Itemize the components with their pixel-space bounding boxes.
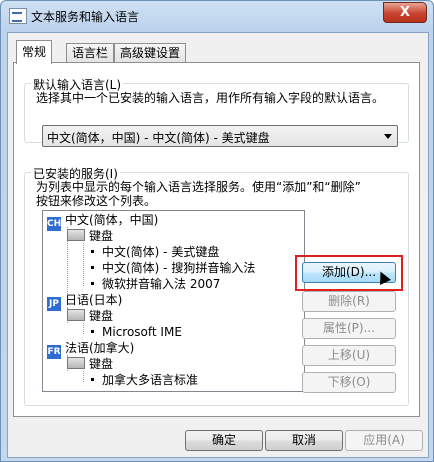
service-label: Microsoft IME xyxy=(102,325,182,339)
keyboard-app-icon xyxy=(9,8,27,24)
close-button[interactable]: X xyxy=(383,2,427,23)
tree-node-service[interactable]: 加拿大多语言标准 xyxy=(91,372,198,388)
bullet-icon xyxy=(91,330,94,333)
move-up-button[interactable]: 上移(U) xyxy=(302,345,396,366)
cancel-button[interactable]: 取消 xyxy=(265,430,343,451)
keyboard-label-french: 键盘 xyxy=(89,357,114,371)
installed-services-description-line2: 按钮来修改这个列表。 xyxy=(36,194,157,208)
keyboard-icon xyxy=(67,229,85,241)
keyboard-label-japanese: 键盘 xyxy=(89,309,114,323)
window-title: 文本服务和输入语言 xyxy=(31,10,140,24)
properties-button[interactable]: 属性(P)... xyxy=(302,318,396,339)
bullet-icon xyxy=(91,266,94,269)
apply-button[interactable]: 应用(A) xyxy=(345,430,423,451)
default-language-dropdown[interactable]: 中文(简体，中国) - 中文(简体) - 美式键盘 xyxy=(42,125,398,147)
tab-advanced-key-settings[interactable]: 高级键设置 xyxy=(114,43,187,63)
language-badge-ch: CH xyxy=(47,217,62,231)
service-label: 中文(简体) - 搜狗拼音输入法 xyxy=(102,261,256,275)
chevron-down-icon[interactable] xyxy=(384,134,392,139)
service-label: 中文(简体) - 美式键盘 xyxy=(102,245,220,259)
tab-language-bar[interactable]: 语言栏 xyxy=(66,43,115,63)
service-label: 微软拼音输入法 2007 xyxy=(102,277,221,291)
tree-node-language-french[interactable]: FR 法语(加拿大) xyxy=(47,340,135,359)
bullet-icon xyxy=(91,282,94,285)
service-label: 加拿大多语言标准 xyxy=(102,373,199,387)
dialog-window: 文本服务和输入语言 X 常规 语言栏 高级键设置 默认输入语言(L) 选择其中一… xyxy=(0,0,434,462)
installed-services-description-line1: 为列表中显示的每个输入语言选择服务。使用“添加”和“删除” xyxy=(36,180,361,194)
installed-services-tree[interactable]: CH 中文(简体，中国) 键盘 中文(简体) - 美式键盘 中文(简体) - 搜狗… xyxy=(42,210,305,392)
tree-node-keyboard-japanese[interactable]: 键盘 xyxy=(67,308,113,324)
keyboard-icon xyxy=(67,309,85,321)
keyboard-label-chinese: 键盘 xyxy=(89,229,114,243)
tree-node-language-japanese[interactable]: JP 日语(日本) xyxy=(47,292,123,311)
dialog-client: 常规 语言栏 高级键设置 默认输入语言(L) 选择其中一个已安装的输入语言，用作… xyxy=(7,32,429,458)
default-language-description: 选择其中一个已安装的输入语言，用作所有输入字段的默认语言。 xyxy=(36,91,385,105)
language-name-french: 法语(加拿大) xyxy=(65,341,135,355)
tree-node-service[interactable]: 中文(简体) - 美式键盘 xyxy=(91,244,219,260)
bullet-icon xyxy=(91,378,94,381)
keyboard-icon xyxy=(67,357,85,369)
bullet-icon xyxy=(91,250,94,253)
tab-general[interactable]: 常规 xyxy=(16,40,53,64)
remove-button[interactable]: 删除(R) xyxy=(302,291,396,312)
title-bar[interactable]: 文本服务和输入语言 X xyxy=(1,1,433,31)
tree-node-keyboard-chinese[interactable]: 键盘 xyxy=(67,228,113,244)
language-badge-fr: FR xyxy=(47,345,61,359)
language-badge-jp: JP xyxy=(47,297,61,311)
default-language-selected: 中文(简体，中国) - 中文(简体) - 美式键盘 xyxy=(47,131,270,145)
tree-node-service[interactable]: Microsoft IME xyxy=(91,324,182,340)
move-down-button[interactable]: 下移(O) xyxy=(302,372,396,393)
tree-node-language-chinese[interactable]: CH 中文(简体，中国) xyxy=(47,212,159,231)
ok-button[interactable]: 确定 xyxy=(185,430,263,451)
tree-node-service[interactable]: 微软拼音输入法 2007 xyxy=(91,276,220,292)
language-name-japanese: 日语(日本) xyxy=(65,293,123,307)
tree-node-service[interactable]: 中文(简体) - 搜狗拼音输入法 xyxy=(91,260,255,276)
tree-node-keyboard-french[interactable]: 键盘 xyxy=(67,356,113,372)
language-name-chinese: 中文(简体，中国) xyxy=(65,213,159,227)
